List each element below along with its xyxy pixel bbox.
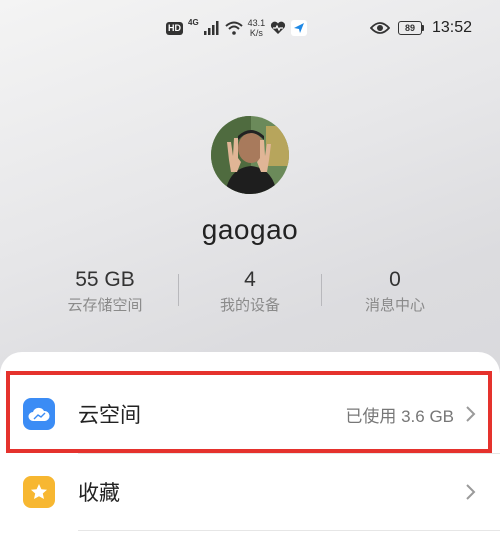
avatar[interactable]: [211, 116, 289, 194]
chevron-right-icon: [466, 484, 476, 500]
stats-row: 55 GB 云存储空间 4 我的设备 0 消息中心: [30, 266, 470, 324]
network-speed-unit: K/s: [249, 28, 263, 38]
stat-my-devices[interactable]: 4 我的设备: [180, 266, 320, 317]
network-type-label: 4G: [188, 18, 199, 27]
status-time: 13:52: [431, 19, 472, 36]
username[interactable]: gaogao: [0, 214, 500, 246]
stat-divider: [321, 274, 322, 306]
row-divider: [78, 530, 500, 531]
network-speed: 43.1 K/s: [248, 18, 266, 38]
stat-divider: [178, 274, 179, 306]
menu-item-label: 收藏: [78, 482, 120, 505]
stat-message-center[interactable]: 0 消息中心: [325, 266, 465, 317]
battery-level: 89: [397, 21, 422, 35]
status-bar: HD 4G 43.1 K/s 89 13:52: [0, 0, 500, 56]
battery-icon: 89: [397, 21, 424, 35]
avatar-image: [211, 116, 289, 194]
wifi-icon: [225, 21, 243, 35]
stat-label: 我的设备: [219, 297, 280, 314]
status-bar-right: 89 13:52: [369, 16, 472, 40]
menu-item-favorites[interactable]: 收藏: [0, 453, 500, 531]
stat-value: 0: [389, 268, 401, 291]
eye-icon: [369, 22, 390, 34]
stat-cloud-storage[interactable]: 55 GB 云存储空间: [35, 266, 175, 317]
heart-icon: [271, 21, 286, 34]
network-speed-value: 43.1: [247, 18, 266, 28]
stat-label: 云存储空间: [67, 297, 143, 314]
star-icon: [23, 476, 55, 508]
hd-icon: HD: [166, 21, 183, 35]
status-bar-left: HD 4G 43.1 K/s: [166, 16, 308, 40]
location-arrow-icon: [291, 20, 308, 36]
stat-value: 4: [244, 268, 256, 291]
stat-value: 55 GB: [75, 268, 135, 291]
stat-label: 消息中心: [364, 297, 425, 314]
signal-icon: [203, 21, 219, 35]
highlight-box: [6, 371, 492, 453]
